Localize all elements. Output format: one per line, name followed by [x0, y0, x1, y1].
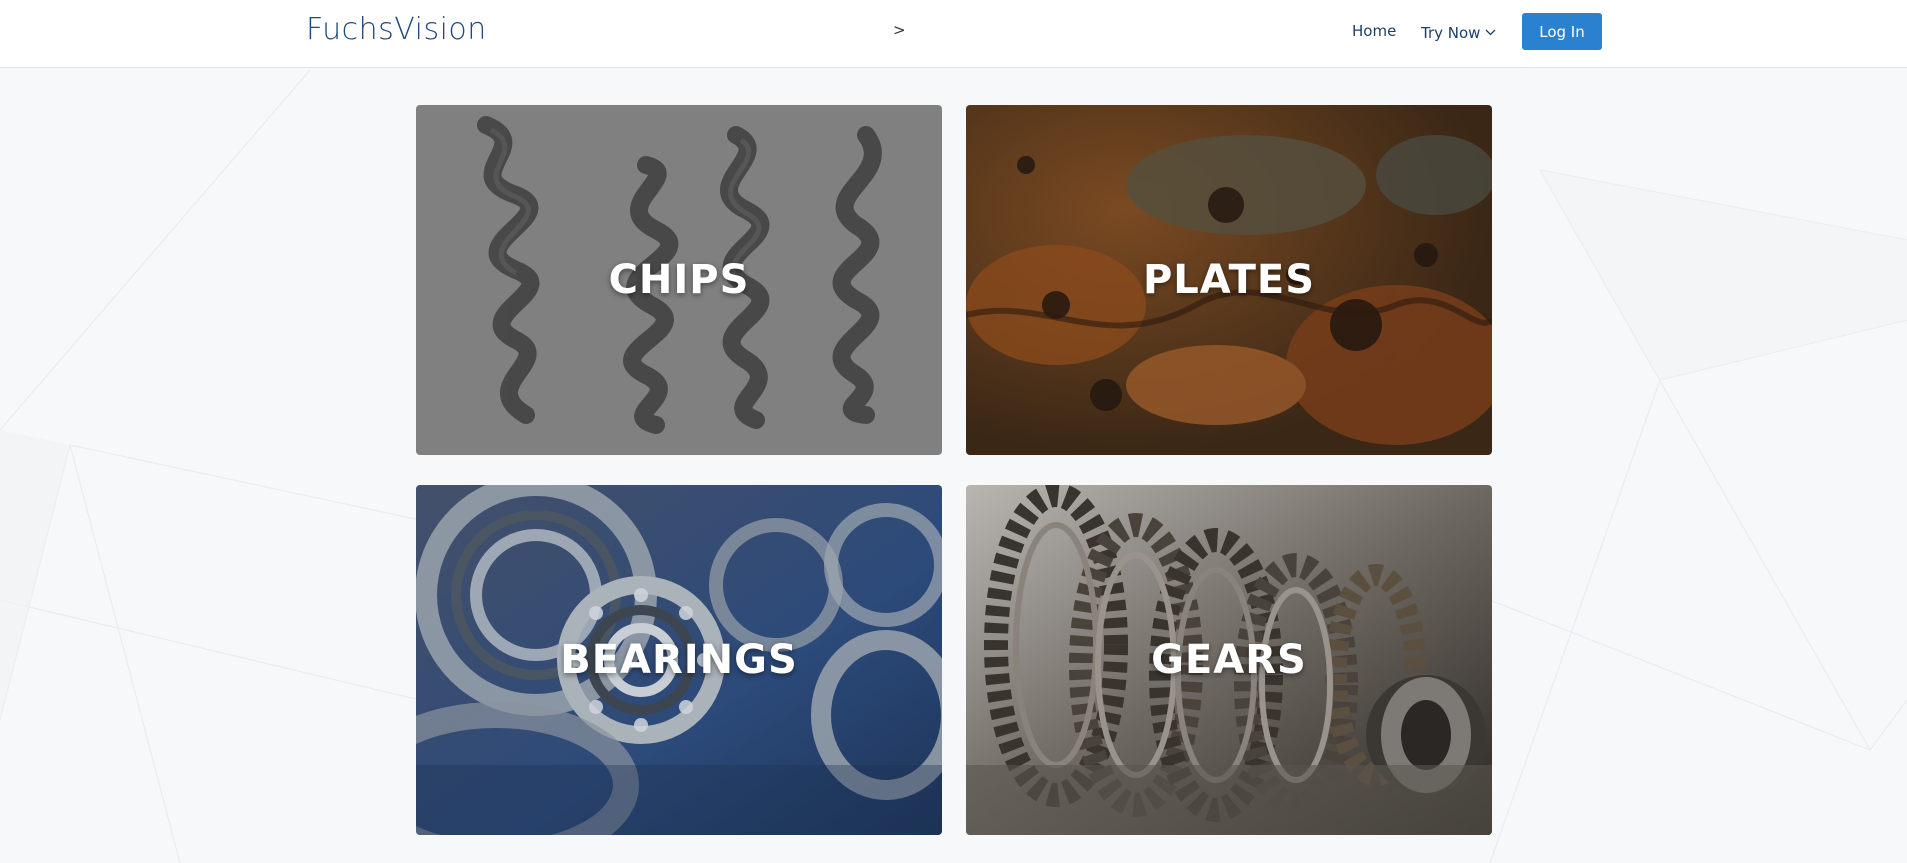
tile-gears[interactable]: GEARS — [966, 485, 1492, 835]
tile-gears-label: GEARS — [1151, 637, 1307, 683]
brand-logo[interactable]: FuchsVision — [306, 12, 487, 47]
try-now-label: Try Now — [1421, 24, 1481, 42]
tile-bearings[interactable]: BEARINGS — [416, 485, 942, 835]
breadcrumb-separator: > — [893, 21, 906, 39]
nav-try-now-dropdown[interactable]: Try Now — [1421, 22, 1496, 42]
login-button[interactable]: Log In — [1522, 13, 1602, 50]
tile-bearings-label: BEARINGS — [560, 637, 798, 683]
tile-chips-label: CHIPS — [608, 257, 750, 303]
top-navbar: FuchsVision > Home Try Now Log In — [0, 0, 1907, 68]
tile-chips[interactable]: CHIPS — [416, 105, 942, 455]
tile-plates[interactable]: PLATES — [966, 105, 1492, 455]
chevron-down-icon — [1485, 22, 1496, 40]
nav-home-link[interactable]: Home — [1352, 22, 1396, 40]
tile-plates-label: PLATES — [1142, 257, 1316, 303]
background-pattern — [0, 69, 1907, 863]
